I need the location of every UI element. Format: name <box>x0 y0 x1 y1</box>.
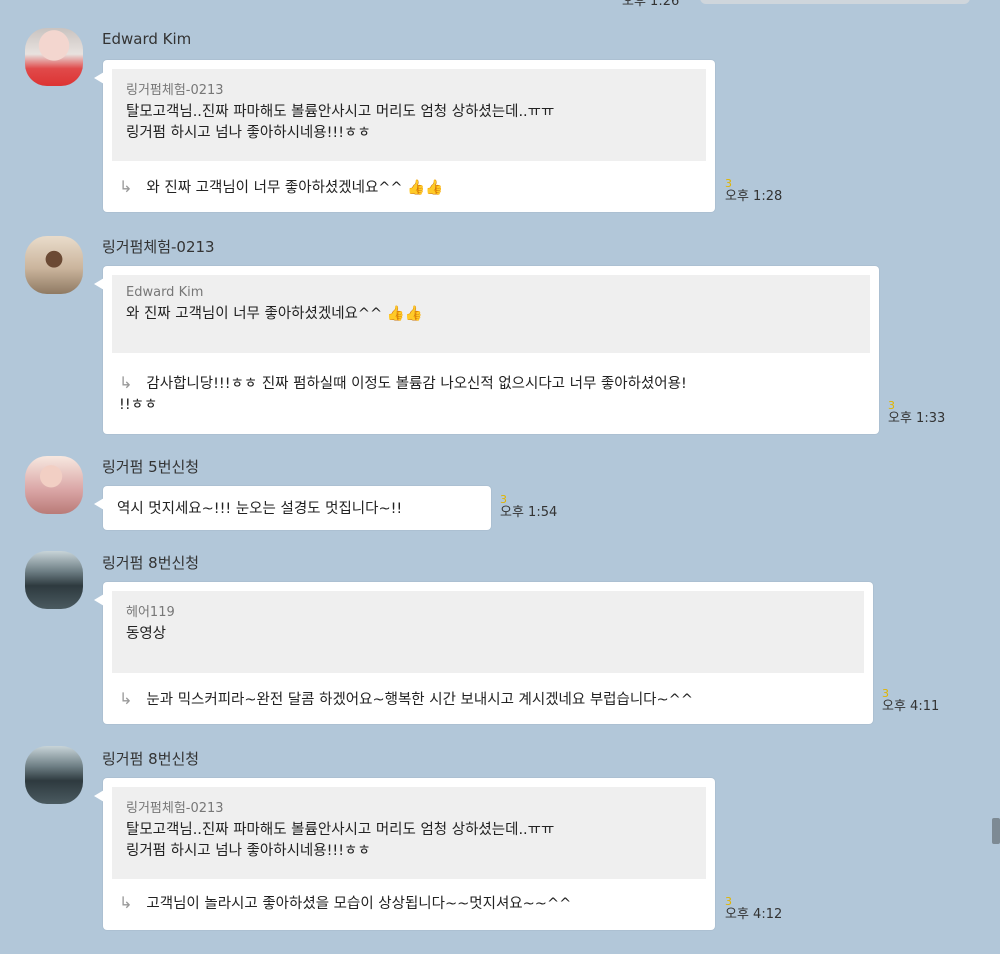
message-meta: 3 오후 1:28 <box>725 178 782 205</box>
quoted-author: 링거펌체험-0213 <box>126 801 224 816</box>
reply-text: 눈과 믹스커피라~완전 달콤 하겠어요~행복한 시간 보내시고 계시겠네요 부럽… <box>146 692 693 708</box>
avatar[interactable] <box>25 236 83 294</box>
avatar[interactable] <box>25 551 83 609</box>
message-time: 오후 1:28 <box>725 189 783 204</box>
message-meta: 3 오후 1:54 <box>500 494 557 521</box>
message-time: 오후 4:12 <box>725 907 783 922</box>
quoted-author: Edward Kim <box>126 285 204 300</box>
sender-name: 링거펌 8번신청 <box>102 750 200 768</box>
quoted-message[interactable]: Edward Kim 와 진짜 고객님이 너무 좋아하셨겠네요^^ 👍👍 <box>112 275 870 353</box>
unread-count: 3 <box>725 177 732 190</box>
sender-name: 링거펌 5번신청 <box>102 458 200 476</box>
previous-message-edge: 오후 1:26 <box>0 0 1000 9</box>
message-meta: 3 오후 1:33 <box>888 400 945 427</box>
unread-count: 3 <box>725 895 732 908</box>
scrollbar-thumb[interactable] <box>992 818 1000 844</box>
previous-message-time: 오후 1:26 <box>622 0 680 9</box>
unread-count: 3 <box>500 493 507 506</box>
message-bubble[interactable]: 헤어119 동영상 ↳ 눈과 믹스커피라~완전 달콤 하겠어요~행복한 시간 보내… <box>94 582 873 724</box>
message-bubble[interactable]: 링거펌체험-0213 탈모고객님..진짜 파마해도 볼륨안사시고 머리도 엄청 … <box>94 60 715 212</box>
reply-arrow-icon: ↳ <box>119 373 133 392</box>
reply-arrow-icon: ↳ <box>119 689 133 708</box>
avatar[interactable] <box>25 746 83 804</box>
sender-name: Edward Kim <box>102 30 192 48</box>
message-meta: 3 오후 4:11 <box>882 688 939 715</box>
quoted-message[interactable]: 링거펌체험-0213 탈모고객님..진짜 파마해도 볼륨안사시고 머리도 엄청 … <box>112 787 706 879</box>
sender-name: 링거펌체험-0213 <box>102 238 215 256</box>
quoted-message[interactable]: 헤어119 동영상 <box>112 591 864 673</box>
quoted-text: 동영상 <box>126 626 167 642</box>
reply-text: 와 진짜 고객님이 너무 좋아하셨겠네요^^ 👍👍 <box>146 180 444 196</box>
message-text: 역시 멋지세요~!!! 눈오는 설경도 멋집니다~!! <box>117 501 403 517</box>
reply-content: ↳ 감사합니당!!!ㅎㅎ 진짜 펌하실때 이정도 볼륨감 나오신적 없으시다고 너… <box>119 372 869 416</box>
message-bubble[interactable]: 링거펌체험-0213 탈모고객님..진짜 파마해도 볼륨안사시고 머리도 엄청 … <box>94 778 715 930</box>
reply-arrow-icon: ↳ <box>119 177 133 196</box>
reply-content: ↳ 고객님이 놀라시고 좋아하셨을 모습이 상상됩니다~~멋지셔요~~^^ <box>119 892 705 915</box>
sender-name: 링거펌 8번신청 <box>102 554 200 572</box>
quoted-text: 탈모고객님..진짜 파마해도 볼륨안사시고 머리도 엄청 상하셨는데..ㅠㅠ 링… <box>126 104 555 141</box>
avatar[interactable] <box>25 28 83 86</box>
unread-count: 3 <box>888 399 895 412</box>
previous-message-bubble <box>700 0 970 4</box>
message-bubble[interactable]: Edward Kim 와 진짜 고객님이 너무 좋아하셨겠네요^^ 👍👍 ↳ 감사… <box>94 266 879 434</box>
reply-content: ↳ 눈과 믹스커피라~완전 달콤 하겠어요~행복한 시간 보내시고 계시겠네요 부… <box>119 688 863 711</box>
message-meta: 3 오후 4:12 <box>725 896 782 923</box>
message-time: 오후 1:33 <box>888 411 946 426</box>
quoted-text: 탈모고객님..진짜 파마해도 볼륨안사시고 머리도 엄청 상하셨는데..ㅠㅠ 링… <box>126 822 555 859</box>
message-time: 오후 1:54 <box>500 505 558 520</box>
quoted-message[interactable]: 링거펌체험-0213 탈모고객님..진짜 파마해도 볼륨안사시고 머리도 엄청 … <box>112 69 706 161</box>
reply-arrow-icon: ↳ <box>119 893 133 912</box>
reply-text: 감사합니당!!!ㅎㅎ 진짜 펌하실때 이정도 볼륨감 나오신적 없으시다고 너무… <box>119 376 687 413</box>
message-time: 오후 4:11 <box>882 699 940 714</box>
quoted-author: 헤어119 <box>126 605 175 620</box>
reply-text: 고객님이 놀라시고 좋아하셨을 모습이 상상됩니다~~멋지셔요~~^^ <box>146 896 572 912</box>
avatar[interactable] <box>25 456 83 514</box>
message-bubble[interactable]: 역시 멋지세요~!!! 눈오는 설경도 멋집니다~!! <box>94 486 491 530</box>
reply-content: ↳ 와 진짜 고객님이 너무 좋아하셨겠네요^^ 👍👍 <box>119 176 705 199</box>
quoted-text: 와 진짜 고객님이 너무 좋아하셨겠네요^^ 👍👍 <box>126 306 423 322</box>
quoted-author: 링거펌체험-0213 <box>126 83 224 98</box>
unread-count: 3 <box>882 687 889 700</box>
